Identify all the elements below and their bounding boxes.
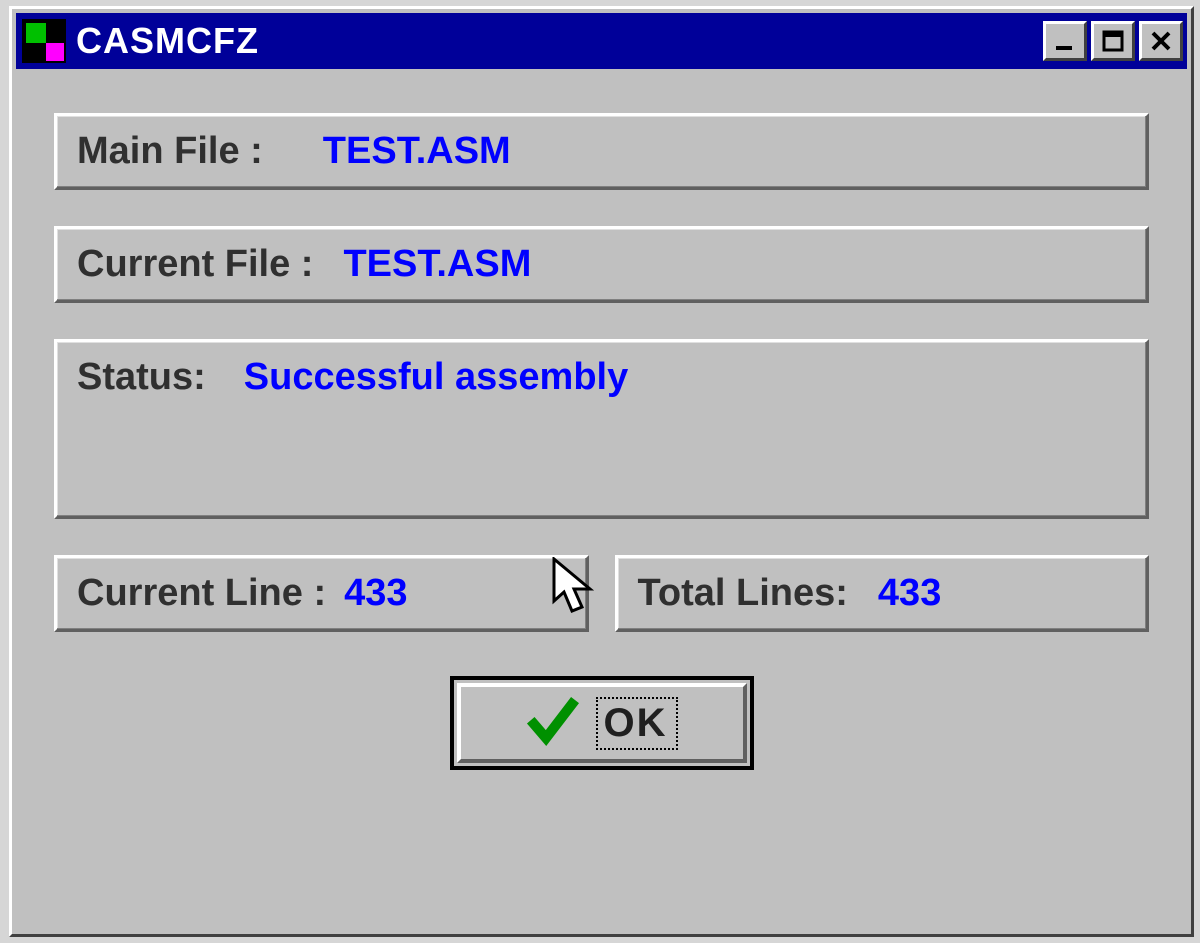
ok-button-label: OK [596, 697, 678, 750]
current-line-panel: Current Line : 433 [54, 555, 589, 632]
line-counts-row: Current Line : 433 Total Lines: 433 [54, 555, 1149, 632]
status-label: Status: [77, 356, 206, 399]
maximize-button[interactable] [1091, 21, 1135, 61]
main-file-value: TEST.ASM [323, 130, 511, 173]
status-value: Successful assembly [244, 356, 628, 399]
close-button[interactable] [1139, 21, 1183, 61]
current-line-value: 433 [344, 572, 407, 615]
ok-row: OK [54, 676, 1149, 770]
window-title: CASMCFZ [76, 20, 1043, 62]
current-file-label: Current File : [77, 243, 313, 286]
current-line-label: Current Line : [77, 572, 326, 615]
total-lines-value: 433 [878, 572, 941, 615]
check-icon [526, 694, 580, 753]
total-lines-label: Total Lines: [638, 572, 848, 615]
minimize-icon [1053, 29, 1077, 53]
total-lines-panel: Total Lines: 433 [615, 555, 1150, 632]
titlebar[interactable]: CASMCFZ [16, 13, 1187, 69]
minimize-button[interactable] [1043, 21, 1087, 61]
main-file-panel: Main File : TEST.ASM [54, 113, 1149, 190]
status-panel: Status: Successful assembly [54, 339, 1149, 519]
main-file-label: Main File : [77, 130, 263, 173]
current-file-value: TEST.ASM [343, 243, 531, 286]
current-file-panel: Current File : TEST.ASM [54, 226, 1149, 303]
maximize-icon [1101, 29, 1125, 53]
client-area: Main File : TEST.ASM Current File : TEST… [12, 73, 1191, 800]
close-icon [1149, 29, 1173, 53]
ok-button[interactable]: OK [450, 676, 754, 770]
app-window: CASMCFZ Main File : [9, 6, 1194, 937]
window-controls [1043, 21, 1183, 61]
app-icon [22, 19, 66, 63]
